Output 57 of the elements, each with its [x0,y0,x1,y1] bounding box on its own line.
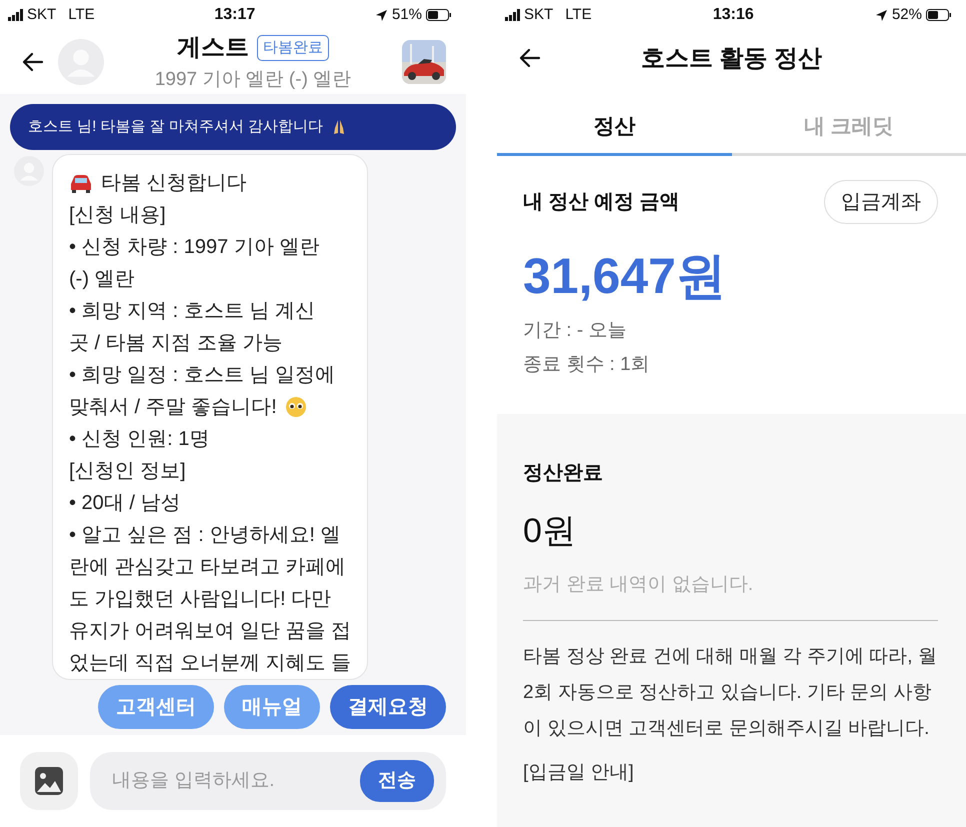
status-badge: 타봄완료 [257,34,329,61]
status-time: 13:17 [214,5,256,25]
network-type: LTE [68,4,95,25]
banner-text: 호스트 님! 타봄을 잘 마쳐주셔서 감사합니다 [28,116,324,137]
battery-percent: 51% [392,4,422,25]
location-icon [874,8,888,22]
send-button[interactable]: 전송 [360,760,434,802]
battery-icon [926,9,952,21]
message-title: 타봄 신청합니다 [101,171,247,196]
account-button[interactable]: 입금계좌 [824,180,938,224]
amount-text: 0원 [523,511,577,552]
message-line: (-) 엘란 [69,267,135,292]
message-line: • 신청 인원: 1명 [69,427,210,452]
message-line: • 희망 일정 : 호스트 님 일정에 [69,363,335,388]
car-subtitle: 1997 기아 엘란 (-) 엘란 [154,68,352,92]
tab[interactable]: 정산 [497,100,732,156]
section-label: 내 정산 예정 금액 [523,190,680,215]
message-line: 맞춰서 / 주말 좋습니다! [69,395,277,420]
carrier-name: SKT [27,4,56,25]
signal-icon [505,9,520,21]
message-line: [신청 내용] [69,203,166,228]
quick-reply-button[interactable]: 매뉴얼 [224,685,320,729]
quick-reply-button[interactable]: 고객센터 [98,685,214,729]
message-line: 었는데 직접 오너분께 지혜도 들 [69,651,352,676]
back-icon[interactable] [22,51,44,73]
message-line: • 20대 / 남성 [69,491,180,516]
network-type: LTE [565,4,592,25]
page-title: 호스트 활동 정산 [640,44,822,74]
message-line: 도 가입했던 사람입니다! 다만 [69,587,332,612]
signal-icon [8,9,23,21]
amount-text: 31,647원 [523,247,727,306]
message-line: 곳 / 타봄 지점 조율 가능 [69,331,282,356]
notice-heading: [입금일 안내] [523,760,635,784]
status-time: 13:16 [712,5,754,25]
message-line: 유지가 어려워보여 일단 꿈을 접 [69,619,352,644]
message-line: • 알고 싶은 점 : 안녕하세요! 엘 [69,523,340,548]
message-line: • 신청 차량 : 1997 기아 엘란 [69,235,320,260]
image-button[interactable] [20,752,78,810]
location-icon [374,8,388,22]
chat-title: 게스트 [177,32,249,63]
message-line: • 희망 지역 : 호스트 님 계신 [69,299,315,324]
quick-reply-button[interactable]: 결제요청 [330,685,446,729]
emoji-icon [284,396,307,418]
message-line: 란에 관심갖고 타보려고 카페에 [69,555,346,580]
image-icon [34,766,64,796]
back-icon[interactable] [519,47,541,69]
message-input[interactable]: 내용을 입력하세요. 전송 [90,752,446,810]
carrier-name: SKT [524,4,554,25]
car-icon [69,173,93,193]
battery-icon [426,9,452,21]
count-text: 종료 횟수 : 1회 [523,353,651,377]
notice-paragraph: 타봄 정상 완료 건에 대해 매월 각 주기에 따라, 월 2회 자동으로 정산하고 있습니다. 기타 문의 사항이 있으시면 고객센터로 문의해주시길 바랍니다. [523,644,938,740]
empty-message: 과거 완료 내역이 없습니다. [523,573,754,597]
section-label: 정산완료 [523,461,604,486]
message-line: [신청인 정보] [69,459,186,484]
period-text: 기간 : - 오늘 [523,319,628,343]
battery-percent: 52% [892,4,922,25]
